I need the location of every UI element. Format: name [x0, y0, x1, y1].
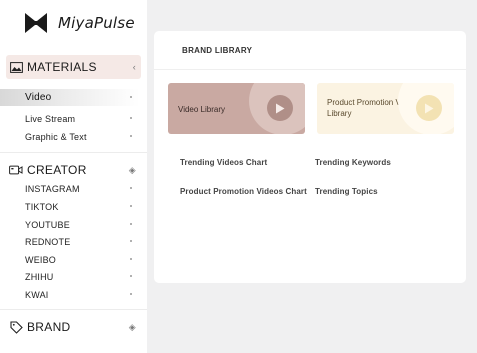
sidebar-item-live-stream[interactable]: Live Stream: [0, 110, 147, 127]
sidebar-item-label: Live Stream: [25, 113, 76, 124]
sidebar: MiyaPulse MATERIALS ‹ Video Live Stream …: [0, 0, 147, 353]
section-brand-label: BRAND: [27, 320, 71, 334]
dot-icon: [130, 275, 132, 277]
section-creator[interactable]: CREATOR ◈: [6, 158, 141, 182]
video-camera-icon: [9, 164, 23, 176]
expand-icon[interactable]: ◈: [129, 158, 136, 182]
product-promotion-videos-chart-link[interactable]: Product Promotion Videos Chart: [180, 187, 307, 196]
sidebar-item-weibo[interactable]: WEIBO: [0, 251, 147, 268]
sidebar-item-label: REDNOTE: [25, 236, 71, 247]
divider: [0, 309, 147, 310]
play-icon[interactable]: [267, 95, 293, 121]
sidebar-item-tiktok[interactable]: TIKTOK: [0, 198, 147, 215]
section-materials[interactable]: MATERIALS ‹: [6, 55, 141, 79]
sidebar-item-label: YOUTUBE: [25, 219, 70, 230]
brand-library-card: BRAND LIBRARY Video Library Product Prom…: [154, 31, 466, 283]
collapse-chevron-icon[interactable]: ‹: [133, 55, 136, 79]
tag-icon: [9, 320, 23, 334]
sidebar-item-kwai[interactable]: KWAI: [0, 286, 147, 303]
product-promotion-video-library-tile[interactable]: Product Promotion Video Library: [317, 83, 454, 134]
expand-icon[interactable]: ◈: [129, 315, 136, 339]
dot-icon: [130, 293, 132, 295]
tile-label: Video Library: [178, 105, 225, 114]
sidebar-item-label: ZHIHU: [25, 271, 54, 282]
logo-text: MiyaPulse: [58, 14, 135, 32]
dot-icon: [130, 96, 132, 98]
app-root: MiyaPulse MATERIALS ‹ Video Live Stream …: [0, 0, 477, 353]
dot-icon: [130, 117, 132, 119]
sidebar-item-rednote[interactable]: REDNOTE: [0, 233, 147, 250]
divider: [154, 69, 466, 70]
logo[interactable]: MiyaPulse: [24, 11, 135, 35]
section-materials-label: MATERIALS: [27, 60, 97, 74]
divider: [0, 152, 147, 153]
sidebar-item-graphic-text[interactable]: Graphic & Text: [0, 128, 147, 145]
dot-icon: [130, 258, 132, 260]
trending-topics-link[interactable]: Trending Topics: [315, 187, 378, 196]
dot-icon: [130, 223, 132, 225]
sidebar-item-label: INSTAGRAM: [25, 183, 80, 194]
sidebar-item-label: TIKTOK: [25, 201, 59, 212]
trending-keywords-link[interactable]: Trending Keywords: [315, 158, 391, 167]
trending-videos-chart-link[interactable]: Trending Videos Chart: [180, 158, 267, 167]
section-brand[interactable]: BRAND ◈: [6, 315, 141, 339]
dot-icon: [130, 240, 132, 242]
sidebar-item-video[interactable]: Video: [0, 89, 147, 106]
image-icon: [9, 61, 23, 73]
sidebar-item-zhihu[interactable]: ZHIHU: [0, 268, 147, 285]
dot-icon: [130, 205, 132, 207]
sidebar-item-instagram[interactable]: INSTAGRAM: [0, 180, 147, 197]
play-icon[interactable]: [416, 95, 442, 121]
sidebar-item-label: WEIBO: [25, 254, 57, 265]
bowtie-logo-icon: [25, 13, 47, 33]
section-creator-label: CREATOR: [27, 163, 87, 177]
sidebar-item-label: KWAI: [25, 289, 49, 300]
sidebar-item-label: Graphic & Text: [25, 131, 87, 142]
dot-icon: [130, 187, 132, 189]
sidebar-item-label: Video: [25, 92, 52, 103]
page-title: BRAND LIBRARY: [182, 46, 253, 55]
dot-icon: [130, 135, 132, 137]
sidebar-item-youtube[interactable]: YOUTUBE: [0, 216, 147, 233]
video-library-tile[interactable]: Video Library: [168, 83, 305, 134]
